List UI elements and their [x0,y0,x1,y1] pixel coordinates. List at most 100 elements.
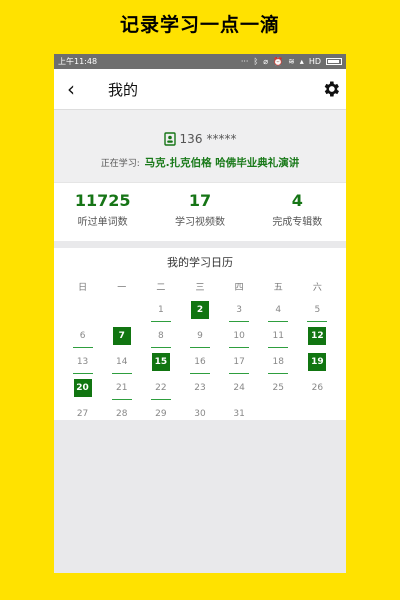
calendar-day-number: 11 [268,327,289,348]
calendar-day-number: 7 [112,327,131,345]
promo-banner-title: 记录学习一点一滴 [119,14,280,36]
alarm-icon: ⏰ [273,57,284,66]
calendar-day[interactable]: 31 [220,403,259,429]
studying-label: 正在学习: [100,159,140,169]
calendar-day[interactable]: 1 [141,299,180,325]
calendar-day[interactable]: 2 [180,299,219,325]
calendar-day-number: 24 [233,383,245,393]
network-type: HD [308,57,321,66]
current-course-link[interactable]: 马克.扎克伯格 哈佛毕业典礼演讲 [145,157,300,169]
weekday-label: 五 [273,283,283,293]
calendar-day-number: 5 [307,301,328,322]
calendar-day[interactable]: 14 [102,351,141,377]
calendar-day-number: 30 [194,409,206,419]
calendar-day[interactable]: 11 [259,325,298,351]
top-app-bar: ‹ 我的 [54,69,346,110]
calendar-day[interactable]: 15 [141,351,180,377]
calendar-day-number: 31 [233,409,245,419]
calendar-day-number: 8 [150,327,171,348]
calendar-day[interactable]: 18 [259,351,298,377]
calendar-day[interactable]: 27 [63,403,102,429]
calendar-day-number: 4 [268,301,289,322]
stats-row: 11725 听过单词数 17 学习视频数 4 完成专辑数 [54,182,346,241]
calendar-day[interactable]: 12 [298,325,337,351]
calendar-day-empty [63,299,102,325]
calendar-day-number: 9 [189,327,210,348]
stat-videos-studied[interactable]: 17 学习视频数 [151,183,248,241]
status-time: 上午11:48 [58,57,98,66]
calendar-day[interactable]: 6 [63,325,102,351]
calendar-day[interactable]: 13 [63,351,102,377]
calendar-day[interactable]: 19 [298,351,337,377]
chevron-left-icon[interactable]: ‹ [59,77,83,101]
stat-value: 4 [291,191,303,210]
status-bar: 上午11:48 ··· ᛒ ⌀ ⏰ ≋ ▴ HD [54,54,346,69]
calendar-day-number: 26 [311,383,324,393]
weekday-label: 四 [234,283,244,293]
stat-label: 听过单词数 [77,217,128,228]
calendar-day-number: 10 [229,327,250,348]
calendar-days-grid: 1 2 3 4 5 6 7 8 9 10 11 12 13 14 15 16 17 18 19 20 21 22 23 24 2… [54,299,346,429]
calendar-day-number: 22 [150,379,171,400]
signal-icon: ▴ [299,57,304,66]
calendar-day[interactable]: 21 [102,377,141,403]
calendar-day[interactable]: 9 [180,325,219,351]
calendar-day-number: 14 [111,353,132,374]
phone-prefix: 136 [179,132,203,146]
weekday-label: 日 [78,283,88,293]
stat-value: 11725 [74,191,131,210]
calendar-day-number: 19 [308,353,327,371]
calendar-day-number: 16 [189,353,210,374]
calendar-day[interactable]: 23 [180,377,219,403]
calendar-week-row: 13 14 15 16 17 18 19 [63,351,337,377]
calendar-day[interactable]: 16 [180,351,219,377]
calendar-day-number: 28 [115,409,128,419]
calendar-day[interactable]: 8 [141,325,180,351]
calendar-day[interactable]: 26 [298,377,337,403]
weekday-label: 三 [195,283,205,293]
calendar-day[interactable]: 4 [259,299,298,325]
calendar-day-number: 20 [73,379,92,397]
gear-icon[interactable] [321,79,341,99]
profile-section: 136 ***** 正在学习: 马克.扎克伯格 哈佛毕业典礼演讲 [54,110,346,182]
stat-label: 学习视频数 [174,217,225,228]
calendar-day[interactable]: 30 [180,403,219,429]
calendar-day[interactable]: 28 [102,403,141,429]
calendar-day[interactable]: 10 [220,325,259,351]
calendar-day[interactable]: 7 [102,325,141,351]
stat-words-heard[interactable]: 11725 听过单词数 [54,183,151,241]
calendar-day-empty [259,403,298,429]
current-study-line: 正在学习: 马克.扎克伯格 哈佛毕业典礼演讲 [54,155,346,170]
calendar-day[interactable]: 20 [63,377,102,403]
calendar-day[interactable]: 5 [298,299,337,325]
wifi-icon: ≋ [288,57,295,66]
stat-albums-completed[interactable]: 4 完成专辑数 [249,183,346,241]
phone-screen: 上午11:48 ··· ᛒ ⌀ ⏰ ≋ ▴ HD ‹ 我的 136 ***** [54,54,346,573]
calendar-day[interactable]: 17 [220,351,259,377]
calendar-day-number: 6 [72,327,93,348]
calendar-day[interactable]: 24 [220,377,259,403]
study-calendar: 我的学习日历 日 一 二 三 四 五 六 1 2 3 4 5 6 7 8 9 10 11 12 13 14… [54,248,346,420]
calendar-day-number: 17 [229,353,250,374]
dots-icon: ··· [240,57,249,66]
calendar-day-number: 1 [150,301,171,322]
calendar-day-number: 12 [308,327,327,345]
calendar-day-number: 27 [76,409,89,419]
calendar-day[interactable]: 22 [141,377,180,403]
calendar-day-empty [102,299,141,325]
stat-value: 17 [188,191,212,210]
calendar-day-number: 18 [268,353,289,374]
calendar-week-row: 27 28 29 30 31 [63,403,337,429]
calendar-day[interactable]: 25 [259,377,298,403]
calendar-title: 我的学习日历 [167,256,233,269]
calendar-week-row: 1 2 345 [63,299,337,325]
phone-number-line: 136 ***** [54,132,346,146]
battery-icon [326,58,342,65]
calendar-day[interactable]: 3 [220,299,259,325]
id-card-icon [163,132,176,146]
calendar-day-number: 3 [229,301,250,322]
page-title: 我的 [108,80,139,99]
calendar-day-number: 23 [194,383,206,393]
calendar-day[interactable]: 29 [141,403,180,429]
calendar-day-number: 15 [151,353,170,371]
